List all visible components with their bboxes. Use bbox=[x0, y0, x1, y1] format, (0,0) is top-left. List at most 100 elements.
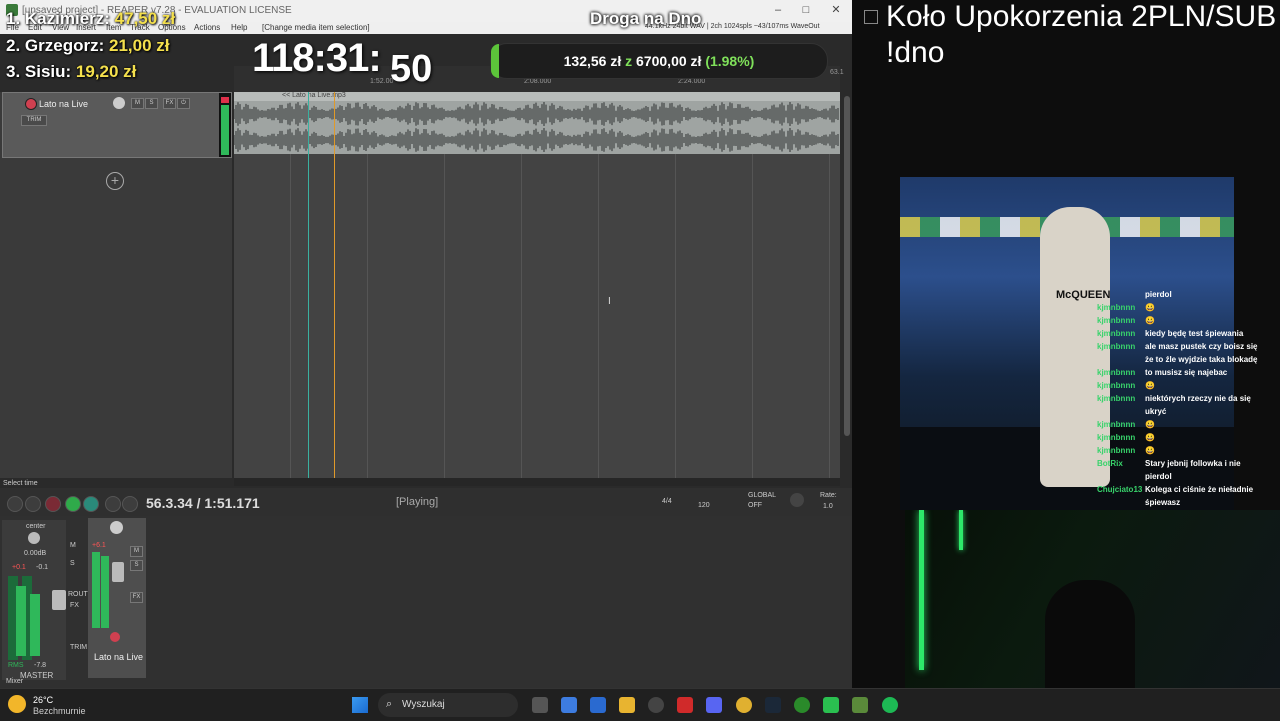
volume-knob[interactable] bbox=[113, 97, 125, 109]
play-button[interactable] bbox=[65, 496, 81, 512]
app-shield-icon[interactable] bbox=[852, 697, 868, 713]
chat-username: kjmnbnnn bbox=[1097, 433, 1136, 442]
taskbar-search[interactable]: ⌕ Wyszukaj bbox=[378, 693, 518, 717]
horizontal-scrollbar[interactable] bbox=[234, 478, 840, 486]
chat-text: 😀 bbox=[1145, 303, 1155, 312]
vertical-scrollbar[interactable] bbox=[842, 92, 852, 478]
weather-temp[interactable]: 26°C bbox=[33, 695, 53, 705]
mixer-tab[interactable]: Mixer bbox=[6, 678, 23, 685]
go-end-button[interactable] bbox=[25, 496, 41, 512]
goal-current: 132,56 zł bbox=[563, 53, 622, 69]
media-item[interactable]: << Lato na Live.mp3 bbox=[234, 92, 840, 154]
undo-history-label: [Change media item selection] bbox=[262, 23, 370, 32]
chat-message: kjmnbnnn niektórych rzeczy nie da się bbox=[1097, 394, 1251, 403]
donation-goal-bar: 132,56 zł z 6700,00 zł (1.98%) bbox=[490, 43, 828, 79]
goal-connector: z bbox=[625, 53, 633, 69]
steam-icon[interactable] bbox=[765, 697, 781, 713]
status-select-time: Select time bbox=[3, 480, 38, 487]
chat-username: kjmnbnnn bbox=[1097, 329, 1136, 338]
pan-knob[interactable] bbox=[28, 532, 40, 544]
close-button[interactable]: ✕ bbox=[828, 3, 844, 17]
stream-title: Droga na Dno bbox=[590, 9, 702, 28]
media-item-name: << Lato na Live.mp3 bbox=[282, 92, 346, 99]
weather-sun-icon[interactable] bbox=[8, 695, 26, 713]
track-header[interactable]: Lato na Live M S FX ⏻ TRIM bbox=[2, 92, 232, 158]
rate-value[interactable]: 1.0 bbox=[823, 503, 833, 510]
mixer-fx[interactable]: FX bbox=[70, 602, 79, 609]
chat-username: kjmnbnnn bbox=[1097, 316, 1136, 325]
xbox-icon[interactable] bbox=[794, 697, 810, 713]
file-explorer-icon[interactable] bbox=[619, 697, 635, 713]
strip-solo[interactable]: S bbox=[130, 560, 143, 571]
donor-amount: 47,50 zł bbox=[114, 9, 176, 28]
waveform-channel bbox=[234, 128, 839, 152]
track-control-panel: Lato na Live M S FX ⏻ TRIM + bbox=[0, 92, 232, 478]
chat-text: pierdol bbox=[1145, 472, 1172, 481]
strip-mute[interactable]: M bbox=[130, 546, 143, 557]
discord-icon[interactable] bbox=[706, 697, 722, 713]
strip-pan-knob[interactable] bbox=[110, 521, 123, 534]
menu-actions[interactable]: Actions bbox=[194, 23, 220, 32]
add-track-icon[interactable]: + bbox=[106, 172, 124, 190]
rms-value: -7.8 bbox=[34, 662, 47, 669]
donor-amount: 19,20 zł bbox=[75, 62, 137, 81]
app-l-icon[interactable] bbox=[677, 697, 693, 713]
stop-button[interactable] bbox=[105, 496, 121, 512]
master-fader[interactable] bbox=[52, 590, 66, 610]
pause-button[interactable] bbox=[122, 496, 138, 512]
trim-button[interactable]: TRIM bbox=[21, 115, 47, 126]
fx-button[interactable]: FX bbox=[163, 98, 176, 109]
task-view-icon[interactable] bbox=[532, 697, 548, 713]
pan-label: center bbox=[26, 523, 46, 530]
chat-text: ukryć bbox=[1145, 407, 1167, 416]
donor-rank-3: 3. Sisiu: 19,20 zł bbox=[6, 62, 136, 82]
minimize-button[interactable]: – bbox=[770, 3, 786, 17]
app-green-icon[interactable] bbox=[823, 697, 839, 713]
donor-rank-1: 1. Kazimierz: 47,50 zł bbox=[6, 9, 175, 29]
record-arm-button[interactable] bbox=[25, 98, 37, 110]
chat-text: kiedy będę test śpiewania bbox=[1145, 329, 1244, 338]
record-button[interactable] bbox=[45, 496, 61, 512]
master-peak-right: -0.1 bbox=[36, 564, 49, 571]
power-icon[interactable]: ⏻ bbox=[177, 98, 190, 109]
mute-button[interactable]: M bbox=[131, 98, 144, 109]
chat-username: kjmnbnnn bbox=[1097, 342, 1136, 351]
chat-message: pierdol bbox=[1097, 290, 1172, 299]
weather-desc[interactable]: Bezchmurnie bbox=[33, 706, 86, 716]
spotify-icon[interactable] bbox=[882, 697, 898, 713]
chat-text: Stary jebnij followka i nie bbox=[1145, 459, 1241, 468]
arrange-view[interactable]: << Lato na Live.mp3 I bbox=[234, 92, 840, 478]
strip-fader[interactable] bbox=[112, 562, 124, 582]
chat-message: Chujciato13 Kolega ci ciśnie że nieładnie bbox=[1097, 485, 1253, 494]
track-name[interactable]: Lato na Live bbox=[39, 99, 88, 109]
master-knob[interactable] bbox=[790, 493, 804, 507]
text-cursor-icon: I bbox=[608, 296, 611, 307]
strip-record-arm[interactable] bbox=[110, 632, 120, 642]
chat-username: kjmnbnnn bbox=[1097, 303, 1136, 312]
green-led-strip bbox=[919, 510, 924, 670]
chat-text: pierdol bbox=[1145, 290, 1172, 299]
chat-message: kjmnbnnn 😀 bbox=[1097, 446, 1155, 455]
copilot-icon[interactable] bbox=[561, 697, 577, 713]
subathon-timer: 118:31: bbox=[252, 36, 382, 80]
global-state[interactable]: OFF bbox=[748, 502, 762, 509]
maximize-button[interactable]: □ bbox=[798, 3, 814, 17]
go-start-button[interactable] bbox=[7, 496, 23, 512]
obs-icon[interactable] bbox=[648, 697, 664, 713]
store-icon[interactable] bbox=[590, 697, 606, 713]
goal-target: 6700,00 zł bbox=[636, 53, 702, 69]
menu-help[interactable]: Help bbox=[231, 23, 247, 32]
chrome-icon[interactable] bbox=[736, 697, 752, 713]
mixer-solo[interactable]: S bbox=[70, 560, 75, 567]
mixer-mute[interactable]: M bbox=[70, 542, 76, 549]
time-signature[interactable]: 4/4 bbox=[662, 498, 672, 505]
loop-button[interactable] bbox=[83, 496, 99, 512]
strip-fx[interactable]: FX bbox=[130, 592, 143, 603]
track-strip: +6.1 M S FX Lato na Live bbox=[88, 518, 146, 678]
ruler-tick: 2:08.000 bbox=[524, 78, 552, 85]
bpm[interactable]: 120 bbox=[698, 502, 710, 509]
mixer-trim[interactable]: TRIM bbox=[70, 644, 87, 651]
solo-button[interactable]: S bbox=[145, 98, 158, 109]
donor-name: 3. Sisiu: bbox=[6, 62, 72, 81]
start-button-icon[interactable] bbox=[352, 697, 368, 713]
